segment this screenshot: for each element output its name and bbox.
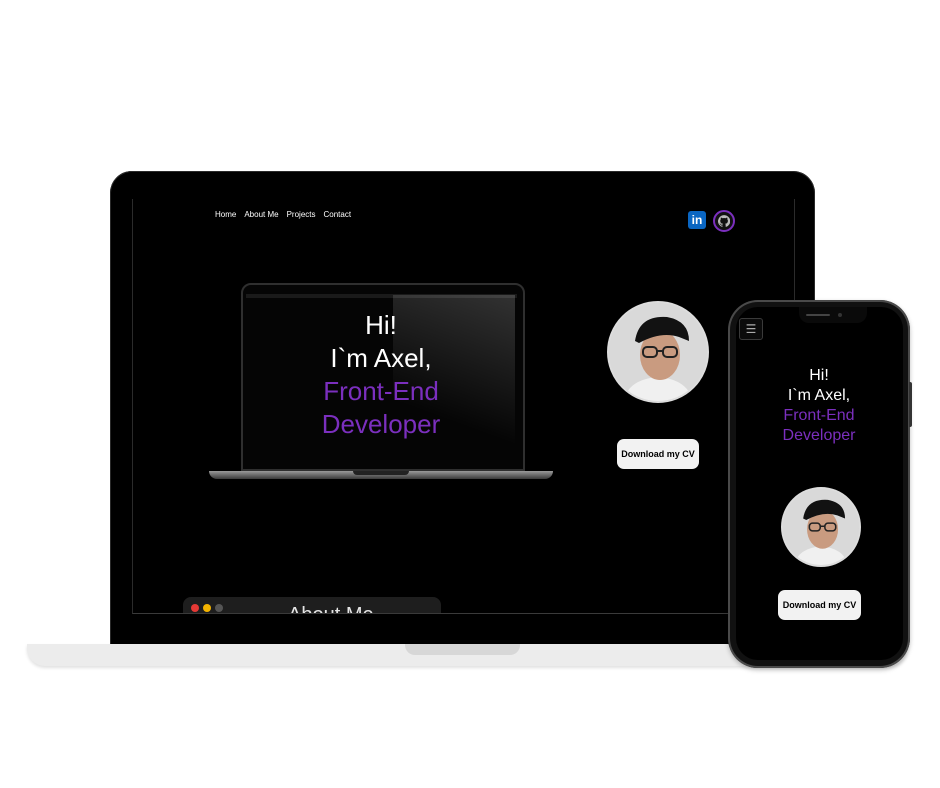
- nav-about-link[interactable]: About Me: [244, 210, 278, 219]
- nav-home-link[interactable]: Home: [215, 210, 236, 219]
- mobile-download-cv-button[interactable]: Download my CV: [778, 590, 861, 620]
- linkedin-logo-text: in: [691, 213, 703, 227]
- laptop-screen: Home About Me Projects Contact in Hi! I`…: [132, 199, 795, 614]
- hero-role-line1: Front-End: [323, 376, 439, 406]
- nav-contact-link[interactable]: Contact: [324, 210, 352, 219]
- hero-laptop-notch: [353, 471, 409, 475]
- linkedin-icon[interactable]: in: [688, 211, 706, 229]
- mobile-hero-name: I`m Axel,: [787, 387, 851, 404]
- mobile-profile-photo: [783, 489, 859, 565]
- github-logo: [718, 215, 730, 227]
- hamburger-menu-icon[interactable]: ☰: [739, 318, 763, 340]
- mobile-hero-heading: Hi! I`m Axel, Front-End Developer: [760, 366, 878, 446]
- about-section-title: About Me: [288, 604, 374, 613]
- hero-heading: Hi! I`m Axel, Front-End Developer: [283, 309, 479, 441]
- nav-projects-link[interactable]: Projects: [287, 210, 316, 219]
- mobile-hero-role-line1: Front-End: [783, 407, 855, 424]
- mobile-hero-greeting: Hi!: [809, 367, 829, 384]
- phone-side-button: [909, 382, 912, 427]
- download-cv-button[interactable]: Download my CV: [617, 439, 699, 469]
- mobile-profile-avatar: [781, 487, 861, 567]
- mobile-hero-role-line2: Developer: [782, 427, 856, 444]
- github-icon[interactable]: [713, 210, 735, 232]
- window-close-dot: [191, 604, 199, 612]
- profile-avatar: [607, 301, 709, 403]
- phone-notch: [799, 307, 867, 323]
- window-maximize-dot: [215, 604, 223, 612]
- profile-photo: [609, 303, 707, 401]
- main-nav: Home About Me Projects Contact: [215, 210, 351, 219]
- window-minimize-dot: [203, 604, 211, 612]
- hero-greeting: Hi!: [365, 310, 397, 340]
- laptop-hinge-notch: [405, 644, 520, 655]
- hero-role-line2: Developer: [321, 409, 441, 439]
- hero-name: I`m Axel,: [330, 343, 432, 373]
